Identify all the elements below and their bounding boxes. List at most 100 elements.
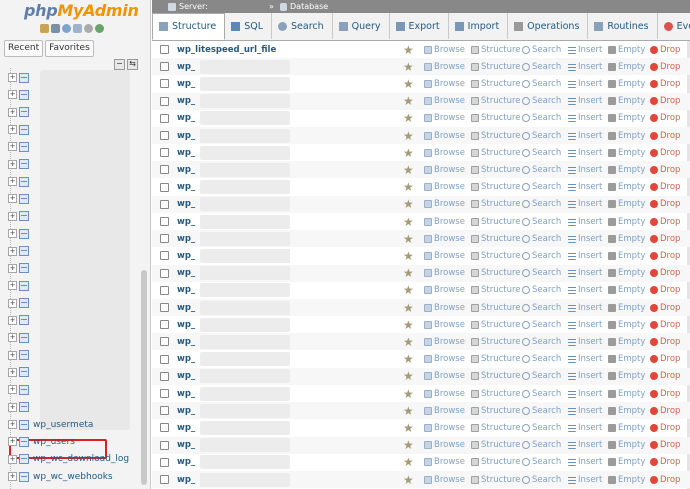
drop-link[interactable]: Drop	[650, 440, 680, 450]
favorite-star-icon[interactable]: ★	[403, 370, 414, 382]
tree-item[interactable]: +	[8, 191, 33, 206]
insert-link[interactable]: Insert	[568, 303, 602, 313]
browse-link[interactable]: Browse	[424, 234, 465, 244]
drop-link[interactable]: Drop	[650, 268, 680, 278]
expand-icon[interactable]: +	[8, 333, 17, 343]
table-name-link[interactable]: wp_	[177, 131, 195, 141]
drop-link[interactable]: Drop	[650, 62, 680, 72]
insert-link[interactable]: Insert	[568, 371, 602, 381]
insert-link[interactable]: Insert	[568, 131, 602, 141]
tree-item[interactable]: +	[8, 157, 33, 172]
drop-link[interactable]: Drop	[650, 337, 680, 347]
drop-link[interactable]: Drop	[650, 475, 680, 485]
browse-link[interactable]: Browse	[424, 79, 465, 89]
search-link[interactable]: Search	[522, 96, 561, 106]
tab-query[interactable]: Query	[333, 13, 390, 39]
browse-link[interactable]: Browse	[424, 131, 465, 141]
expand-icon[interactable]: +	[8, 281, 17, 291]
drop-link[interactable]: Drop	[650, 303, 680, 313]
expand-icon[interactable]: +	[8, 142, 17, 152]
favorite-star-icon[interactable]: ★	[403, 284, 414, 296]
structure-link[interactable]: Structure	[471, 337, 521, 347]
table-name-link[interactable]: wp_	[177, 423, 195, 433]
favorite-star-icon[interactable]: ★	[403, 336, 414, 348]
insert-link[interactable]: Insert	[568, 45, 602, 55]
tree-item[interactable]: +	[8, 400, 33, 415]
expand-icon[interactable]: +	[8, 107, 17, 117]
expand-icon[interactable]: +	[8, 159, 17, 169]
search-link[interactable]: Search	[522, 320, 561, 330]
expand-icon[interactable]: +	[8, 90, 17, 100]
row-checkbox[interactable]	[160, 217, 169, 226]
browse-link[interactable]: Browse	[424, 96, 465, 106]
browse-link[interactable]: Browse	[424, 440, 465, 450]
tree-item[interactable]: + wp_users	[8, 434, 75, 449]
insert-link[interactable]: Insert	[568, 62, 602, 72]
drop-link[interactable]: Drop	[650, 285, 680, 295]
empty-link[interactable]: Empty	[608, 389, 645, 399]
empty-link[interactable]: Empty	[608, 320, 645, 330]
row-checkbox[interactable]	[160, 475, 169, 484]
favorite-star-icon[interactable]: ★	[403, 388, 414, 400]
tree-item[interactable]: +	[8, 296, 33, 311]
expand-icon[interactable]: +	[8, 73, 17, 82]
browse-link[interactable]: Browse	[424, 423, 465, 433]
favorite-star-icon[interactable]: ★	[403, 353, 414, 365]
search-link[interactable]: Search	[522, 148, 561, 158]
tree-item[interactable]: +	[8, 365, 33, 380]
row-checkbox[interactable]	[160, 113, 169, 123]
tree-item[interactable]: +	[8, 122, 33, 137]
phpmyadmin-logo[interactable]: phpMyAdmin	[24, 1, 139, 20]
empty-link[interactable]: Empty	[608, 113, 645, 123]
favorite-star-icon[interactable]: ★	[403, 130, 414, 142]
browse-link[interactable]: Browse	[424, 182, 465, 192]
search-link[interactable]: Search	[522, 389, 561, 399]
table-name-link[interactable]: wp_	[177, 217, 195, 227]
browse-link[interactable]: Browse	[424, 320, 465, 330]
drop-link[interactable]: Drop	[650, 457, 680, 467]
browse-link[interactable]: Browse	[424, 285, 465, 295]
favorite-star-icon[interactable]: ★	[403, 216, 414, 228]
tab-operations[interactable]: Operations	[508, 13, 589, 39]
favorites-tab[interactable]: Favorites	[45, 40, 94, 57]
expand-icon[interactable]: +	[8, 125, 17, 135]
structure-link[interactable]: Structure	[471, 62, 521, 72]
exit-icon[interactable]	[51, 24, 60, 33]
insert-link[interactable]: Insert	[568, 320, 602, 330]
row-checkbox[interactable]	[160, 182, 169, 192]
structure-link[interactable]: Structure	[471, 251, 521, 261]
row-checkbox[interactable]	[160, 440, 169, 450]
tab-events[interactable]: Events	[658, 13, 690, 39]
favorite-star-icon[interactable]: ★	[403, 456, 414, 468]
empty-link[interactable]: Empty	[608, 337, 645, 347]
drop-link[interactable]: Drop	[650, 182, 680, 192]
table-name-link[interactable]: wp_	[177, 251, 195, 261]
expand-icon[interactable]: +	[8, 437, 17, 447]
table-name-link[interactable]: wp_	[177, 234, 195, 244]
insert-link[interactable]: Insert	[568, 406, 602, 416]
tree-item[interactable]: +	[8, 261, 33, 276]
empty-link[interactable]: Empty	[608, 475, 645, 485]
structure-link[interactable]: Structure	[471, 131, 521, 141]
favorite-star-icon[interactable]: ★	[403, 147, 414, 159]
tree-item[interactable]: +	[8, 330, 33, 345]
tree-item[interactable]: +	[8, 87, 33, 102]
drop-link[interactable]: Drop	[650, 113, 680, 123]
row-checkbox[interactable]	[160, 389, 169, 398]
structure-link[interactable]: Structure	[471, 354, 521, 364]
expand-icon[interactable]: +	[8, 263, 17, 273]
insert-link[interactable]: Insert	[568, 165, 602, 175]
empty-link[interactable]: Empty	[608, 199, 645, 209]
browse-link[interactable]: Browse	[424, 475, 465, 485]
tree-item[interactable]: +	[8, 313, 33, 328]
table-name-link[interactable]: wp_	[177, 199, 195, 209]
structure-link[interactable]: Structure	[471, 320, 521, 330]
favorite-star-icon[interactable]: ★	[403, 112, 414, 124]
tree-item-label[interactable]: wp_wc_webhooks	[33, 472, 113, 482]
search-link[interactable]: Search	[522, 79, 561, 89]
drop-link[interactable]: Drop	[650, 199, 680, 209]
table-name-link[interactable]: wp_	[177, 389, 195, 399]
structure-link[interactable]: Structure	[471, 182, 521, 192]
empty-link[interactable]: Empty	[608, 148, 645, 158]
empty-link[interactable]: Empty	[608, 423, 645, 433]
